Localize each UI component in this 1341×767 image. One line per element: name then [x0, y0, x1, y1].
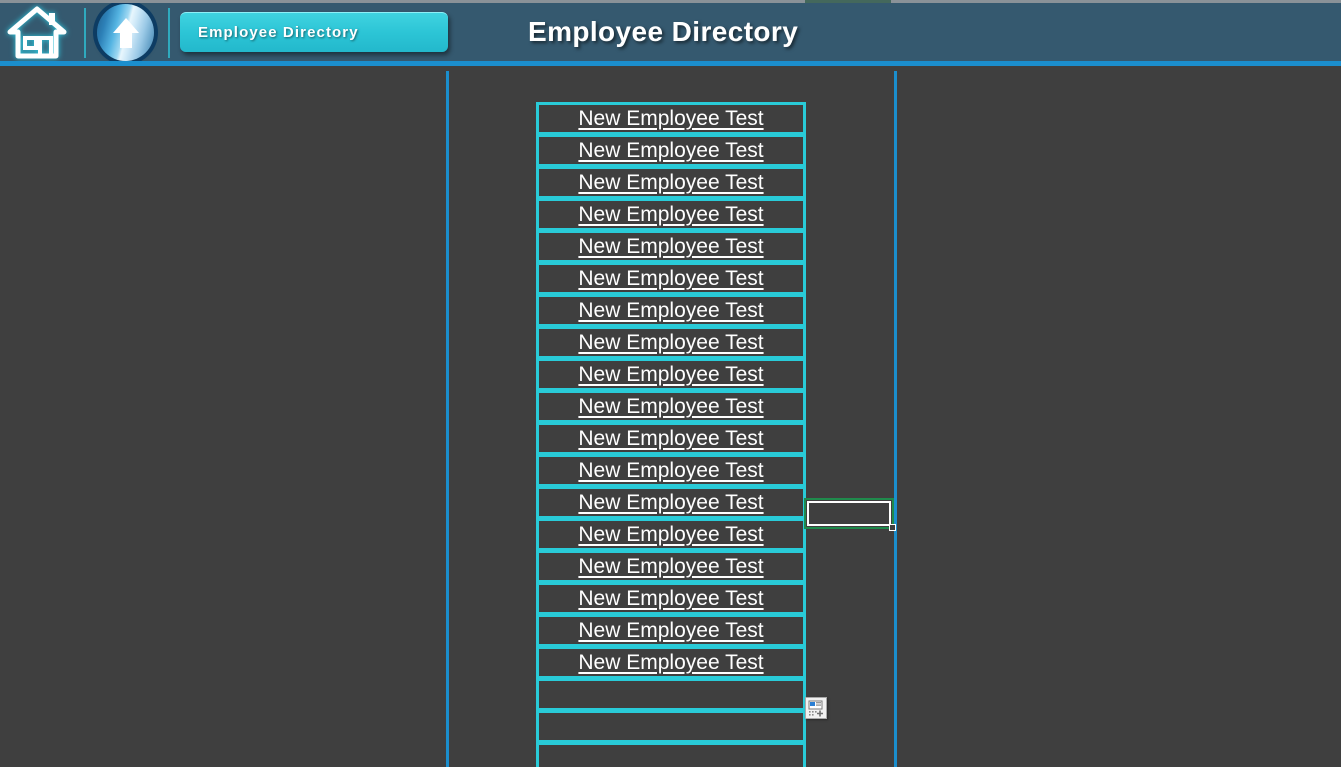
employee-list-item-label: New Employee Test	[578, 139, 764, 162]
employee-list-item-label: New Employee Test	[578, 651, 764, 674]
employee-list-item[interactable]: New Employee Test	[536, 518, 806, 551]
top-edge-strip	[0, 0, 1341, 3]
employee-list-item[interactable]: New Employee Test	[536, 198, 806, 231]
employee-list-item-label: New Employee Test	[578, 363, 764, 386]
employee-list-item[interactable]: New Employee Test	[536, 262, 806, 295]
employee-list-item[interactable]: New Employee Test	[536, 166, 806, 199]
employee-list-item[interactable]: New Employee Test	[536, 326, 806, 359]
employee-list-item-label: New Employee Test	[578, 619, 764, 642]
page-title: Employee Directory	[528, 16, 799, 47]
vertical-divider-left	[446, 71, 449, 767]
employee-list-item[interactable]: New Employee Test	[536, 230, 806, 263]
app-header: Employee Directory Employee Directory	[0, 0, 1341, 66]
employee-list-item-label: New Employee Test	[578, 555, 764, 578]
up-level-button[interactable]	[97, 4, 154, 61]
employee-list-item-label: New Employee Test	[578, 235, 764, 258]
employee-list-item[interactable]: New Employee Test	[536, 582, 806, 615]
employee-list-item-label: New Employee Test	[578, 171, 764, 194]
employee-list-item[interactable]: New Employee Test	[536, 134, 806, 167]
employee-list-item-label: New Employee Test	[578, 203, 764, 226]
employee-list-item[interactable]: New Employee Test	[536, 486, 806, 519]
employee-list-item-label: New Employee Test	[578, 427, 764, 450]
employee-list-item-label: New Employee Test	[578, 523, 764, 546]
employee-list-item-label: New Employee Test	[578, 395, 764, 418]
employee-list-item[interactable]: New Employee Test	[536, 454, 806, 487]
header-divider-1	[84, 8, 86, 58]
employee-list-item-label: New Employee Test	[578, 459, 764, 482]
employee-list-item[interactable]	[536, 742, 806, 767]
breadcrumb-employee-directory[interactable]: Employee Directory	[180, 12, 448, 52]
employee-list-item[interactable]: New Employee Test	[536, 358, 806, 391]
employee-list-item-label: New Employee Test	[578, 331, 764, 354]
employee-list-item[interactable]	[536, 678, 806, 711]
employee-list-item-label: New Employee Test	[578, 107, 764, 130]
employee-list-item[interactable]: New Employee Test	[536, 646, 806, 679]
header-divider-2	[168, 8, 170, 58]
employee-list-item-label: New Employee Test	[578, 267, 764, 290]
employee-list-item[interactable]: New Employee Test	[536, 390, 806, 423]
employee-list-item[interactable]: New Employee Test	[536, 422, 806, 455]
employee-list-item[interactable]: New Employee Test	[536, 294, 806, 327]
employee-list-item-label: New Employee Test	[578, 587, 764, 610]
vertical-divider-right	[894, 71, 897, 767]
employee-list-item[interactable]: New Employee Test	[536, 102, 806, 135]
paste-options-icon[interactable]	[805, 697, 827, 719]
home-icon	[6, 4, 68, 60]
employee-list: New Employee Test New Employee Test New Em…	[536, 102, 806, 767]
home-button[interactable]	[6, 4, 68, 60]
employee-list-item[interactable]	[536, 710, 806, 743]
fill-handle[interactable]	[889, 524, 896, 531]
breadcrumb-label: Employee Directory	[198, 24, 359, 41]
employee-list-item[interactable]: New Employee Test	[536, 614, 806, 647]
employee-list-item-label: New Employee Test	[578, 299, 764, 322]
top-edge-strip-segment	[805, 0, 891, 3]
employee-list-item-label: New Employee Test	[578, 491, 764, 514]
selected-cell[interactable]	[804, 498, 896, 531]
content-canvas: New Employee Test New Employee Test New Em…	[0, 71, 1341, 767]
employee-list-item[interactable]: New Employee Test	[536, 550, 806, 583]
